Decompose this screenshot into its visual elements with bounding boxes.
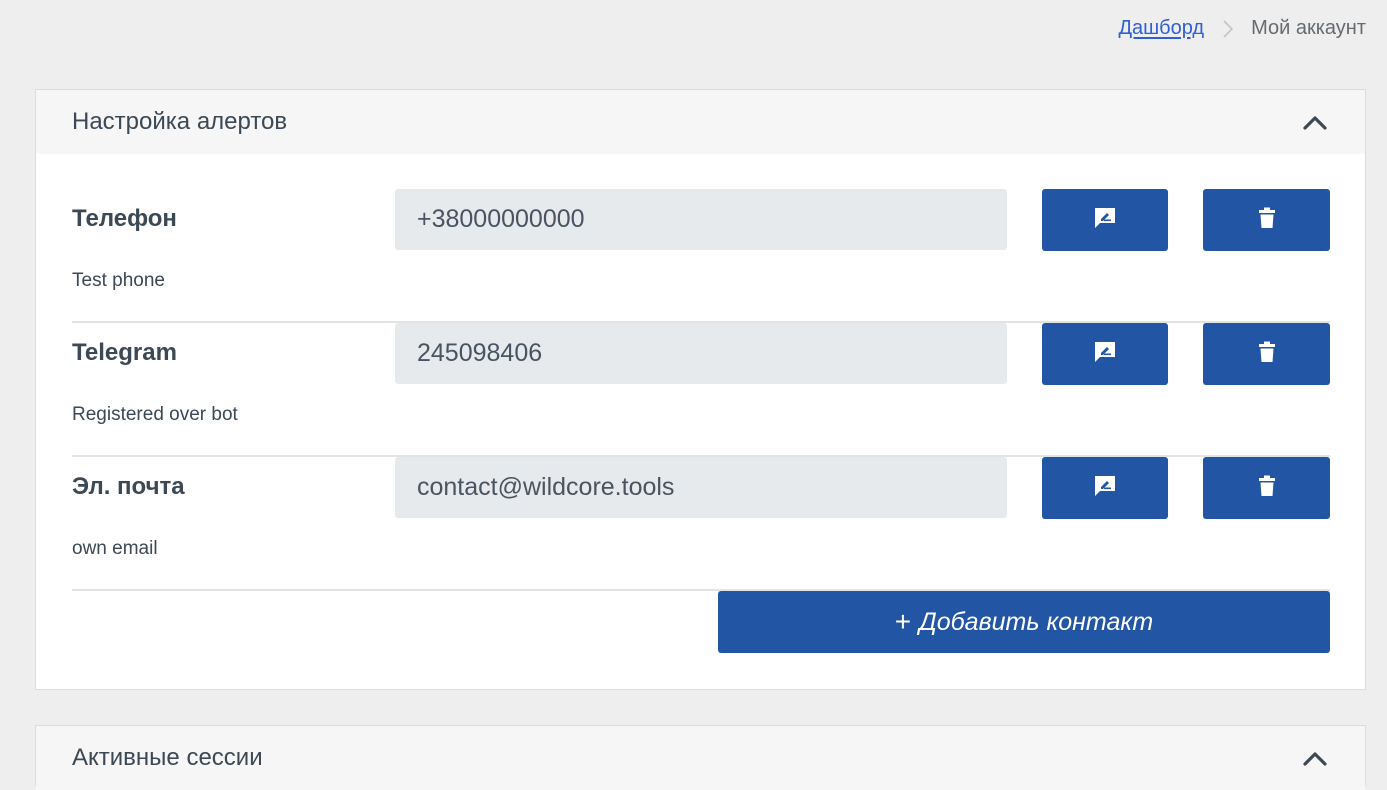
add-contact-label: Добавить контакт (919, 607, 1154, 636)
chevron-up-icon[interactable] (1301, 744, 1329, 772)
contact-value-input[interactable] (395, 189, 1007, 250)
edit-message-icon (1093, 207, 1117, 234)
delete-contact-button[interactable] (1203, 323, 1330, 385)
alerts-card-title: Настройка алертов (72, 108, 288, 135)
breadcrumb-current: Мой аккаунт (1251, 17, 1366, 39)
edit-contact-button[interactable] (1042, 323, 1168, 385)
contact-value-input[interactable] (395, 323, 1007, 384)
trash-icon (1258, 475, 1276, 502)
sessions-card-title: Активные сессии (72, 744, 263, 771)
sessions-card-header[interactable]: Активные сессии (36, 726, 1365, 790)
contact-row: Telegram Registered over bot (72, 323, 1330, 457)
add-contact-button[interactable]: + Добавить контакт (718, 591, 1330, 653)
edit-message-icon (1093, 341, 1117, 368)
delete-contact-button[interactable] (1203, 189, 1330, 251)
contact-row: Эл. почта own email (72, 457, 1330, 591)
contact-value-input[interactable] (395, 457, 1007, 518)
contact-name: Телефон (72, 205, 177, 232)
contact-row: Телефон Test phone (72, 189, 1330, 323)
edit-contact-button[interactable] (1042, 457, 1168, 519)
trash-icon (1258, 207, 1276, 234)
plus-icon: + (894, 606, 912, 637)
breadcrumb: Дашборд Мой аккаунт (1118, 17, 1366, 40)
contact-name: Эл. почта (72, 473, 185, 500)
trash-icon (1258, 341, 1276, 368)
delete-contact-button[interactable] (1203, 457, 1330, 519)
contact-name: Telegram (72, 339, 177, 366)
edit-message-icon (1093, 475, 1117, 502)
chevron-up-icon[interactable] (1301, 108, 1329, 136)
contact-description: own email (72, 538, 158, 559)
breadcrumb-home-link[interactable]: Дашборд (1118, 17, 1204, 40)
chevron-right-icon (1204, 19, 1251, 38)
contact-description: Registered over bot (72, 404, 238, 425)
alerts-card-header[interactable]: Настройка алертов (36, 90, 1365, 154)
contact-description: Test phone (72, 270, 165, 291)
alerts-card: Настройка алертов Телефон Test phone Tel… (35, 89, 1366, 690)
edit-contact-button[interactable] (1042, 189, 1168, 251)
sessions-card: Активные сессии (35, 725, 1366, 790)
